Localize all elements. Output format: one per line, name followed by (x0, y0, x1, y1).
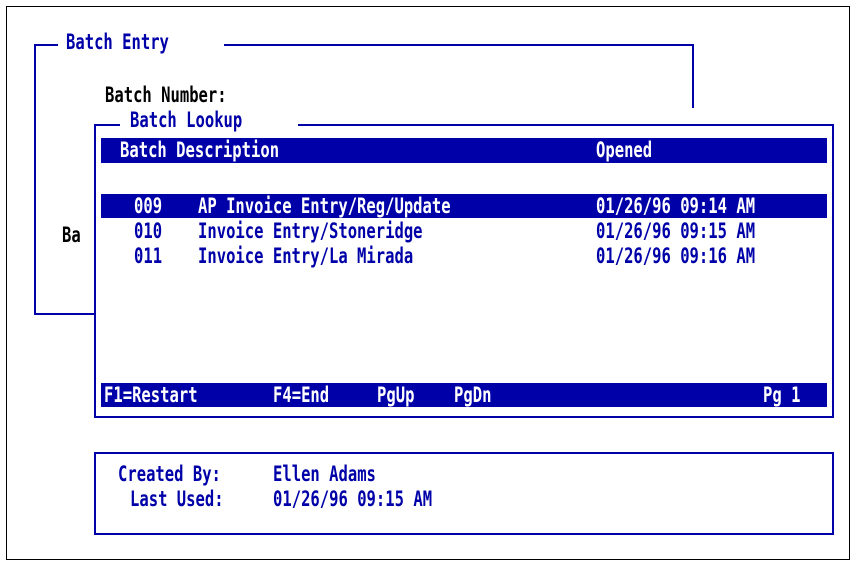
lookup-right-border (832, 124, 834, 418)
row-1-number[interactable]: 009 (134, 195, 162, 217)
row-2-number[interactable]: 010 (134, 220, 162, 242)
frame-left-border (34, 44, 36, 315)
partial-field-label: Ba (62, 223, 81, 247)
frame-top-right-segment (224, 44, 694, 46)
details-left-border (94, 452, 96, 535)
lookup-bottom-border (94, 416, 834, 418)
f1-restart-key[interactable]: F1=Restart (104, 384, 198, 406)
last-used-label: Last Used: (130, 487, 224, 511)
row-1-description[interactable]: AP Invoice Entry/Reg/Update (198, 195, 451, 217)
created-by-label: Created By: (118, 462, 221, 486)
details-top-border (94, 452, 834, 454)
row-2-opened[interactable]: 01/26/96 09:15 AM (596, 220, 755, 242)
header-batch-description[interactable]: Batch Description (120, 139, 279, 161)
page-indicator: Pg 1 (763, 383, 801, 407)
pgdn-key[interactable]: PgDn (454, 384, 491, 406)
details-bottom-border (94, 533, 834, 535)
batch-number-label: Batch Number: (105, 83, 227, 107)
row-3-opened[interactable]: 01/26/96 09:16 AM (596, 245, 755, 267)
frame-right-border (692, 44, 694, 108)
row-3-number[interactable]: 011 (134, 245, 162, 267)
batch-lookup-title: Batch Lookup (130, 108, 243, 132)
row-1-opened[interactable]: 01/26/96 09:14 AM (596, 195, 755, 217)
lookup-left-border (94, 124, 96, 418)
pgup-key[interactable]: PgUp (377, 384, 414, 406)
details-right-border (832, 452, 834, 535)
header-opened[interactable]: Opened (596, 139, 652, 161)
lookup-top-left-segment (94, 124, 120, 126)
batch-entry-title: Batch Entry (66, 30, 169, 54)
lookup-top-right-segment (298, 124, 834, 126)
created-by-value: Ellen Adams (273, 462, 376, 486)
frame-top-left-segment (34, 44, 58, 46)
row-3-description[interactable]: Invoice Entry/La Mirada (198, 245, 413, 267)
last-used-value: 01/26/96 09:15 AM (273, 487, 433, 511)
frame-bottom-border (34, 313, 94, 315)
f4-end-key[interactable]: F4=End (273, 384, 329, 406)
row-2-description[interactable]: Invoice Entry/Stoneridge (198, 220, 423, 242)
